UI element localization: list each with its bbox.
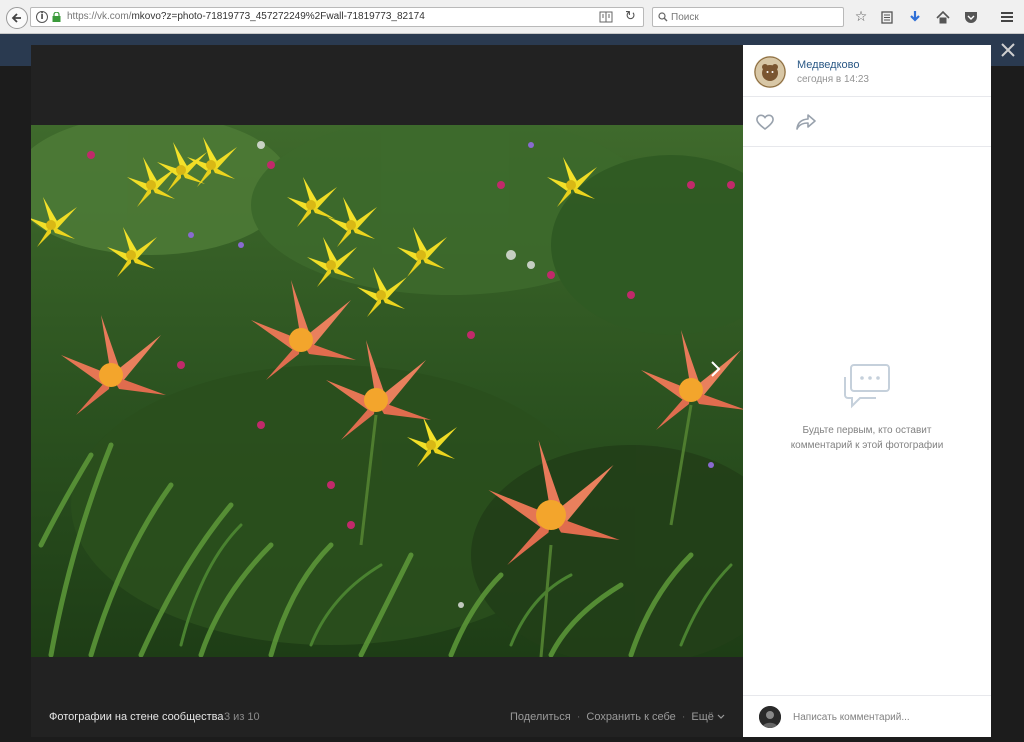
- photo-area: Фотографии на стене сообщества 3 из 10 П…: [31, 45, 743, 737]
- search-bar[interactable]: [652, 7, 844, 27]
- flower-photo-image: [31, 125, 743, 657]
- menu-icon[interactable]: [998, 8, 1016, 26]
- owner-block: Медведково сегодня в 14:23: [743, 45, 991, 97]
- search-icon: [658, 12, 668, 22]
- more-label: Ещё: [691, 711, 714, 723]
- reading-list-icon[interactable]: [878, 8, 896, 26]
- comment-bar: [743, 695, 991, 737]
- back-button[interactable]: [6, 7, 28, 29]
- share-icon[interactable]: [795, 113, 817, 131]
- user-photo-icon: [759, 706, 781, 728]
- lock-icon: [52, 12, 61, 22]
- comment-input[interactable]: [793, 708, 983, 726]
- download-icon[interactable]: [906, 8, 924, 26]
- info-icon[interactable]: i: [36, 11, 48, 23]
- search-input[interactable]: [671, 10, 836, 24]
- share-link[interactable]: Поделиться: [510, 711, 571, 723]
- photo-counter: 3 из 10: [224, 711, 260, 723]
- chevron-down-icon: [717, 714, 725, 719]
- reader-icon[interactable]: [599, 11, 613, 23]
- heart-icon[interactable]: [755, 113, 775, 131]
- avatar[interactable]: [754, 56, 786, 88]
- pocket-icon[interactable]: [962, 8, 980, 26]
- home-icon[interactable]: [934, 8, 952, 26]
- action-separator: ·: [576, 711, 581, 723]
- owner-name-link[interactable]: Медведково: [797, 59, 860, 71]
- like-share-row: [743, 97, 991, 147]
- url-origin: https://vk.com/: [67, 11, 132, 22]
- photo-actions: Поделиться · Сохранить к себе · Ещё: [510, 711, 725, 723]
- album-title-link[interactable]: Фотографии на стене сообщества: [49, 711, 224, 723]
- close-icon[interactable]: [998, 40, 1018, 60]
- url-text: https://vk.com/mkovo?z=photo-71819773_45…: [67, 11, 425, 23]
- empty-comments-line1: Будьте первым, кто оставит: [802, 425, 932, 436]
- save-link[interactable]: Сохранить к себе: [586, 711, 675, 723]
- url-bar[interactable]: i https://vk.com/mkovo?z=photo-71819773_…: [30, 7, 644, 27]
- empty-comments: Будьте первым, кто оставит комментарий к…: [743, 363, 991, 453]
- comment-bubble-icon: [844, 364, 890, 409]
- reload-icon[interactable]: ↻: [625, 10, 636, 24]
- avatar: [759, 706, 781, 728]
- bookmark-star-icon[interactable]: ☆: [852, 8, 870, 26]
- more-menu[interactable]: Ещё: [691, 711, 725, 723]
- action-separator: ·: [681, 711, 686, 723]
- browser-toolbar: i https://vk.com/mkovo?z=photo-71819773_…: [0, 0, 1024, 34]
- community-logo-icon: [754, 56, 786, 88]
- photo-viewer: Фотографии на стене сообщества 3 из 10 П…: [31, 45, 991, 737]
- url-path: mkovo?z=photo-71819773_457272249%2Fwall-…: [131, 11, 425, 22]
- photo-footer: Фотографии на стене сообщества 3 из 10 П…: [31, 695, 743, 737]
- back-arrow-icon: [11, 13, 21, 23]
- photo[interactable]: [31, 125, 743, 657]
- empty-comments-line2: комментарий к этой фотографии: [790, 440, 944, 451]
- post-time[interactable]: сегодня в 14:23: [797, 74, 869, 85]
- photo-sidebar: Медведково сегодня в 14:23 Будьте первым…: [743, 45, 991, 737]
- next-arrow-icon[interactable]: [703, 357, 727, 381]
